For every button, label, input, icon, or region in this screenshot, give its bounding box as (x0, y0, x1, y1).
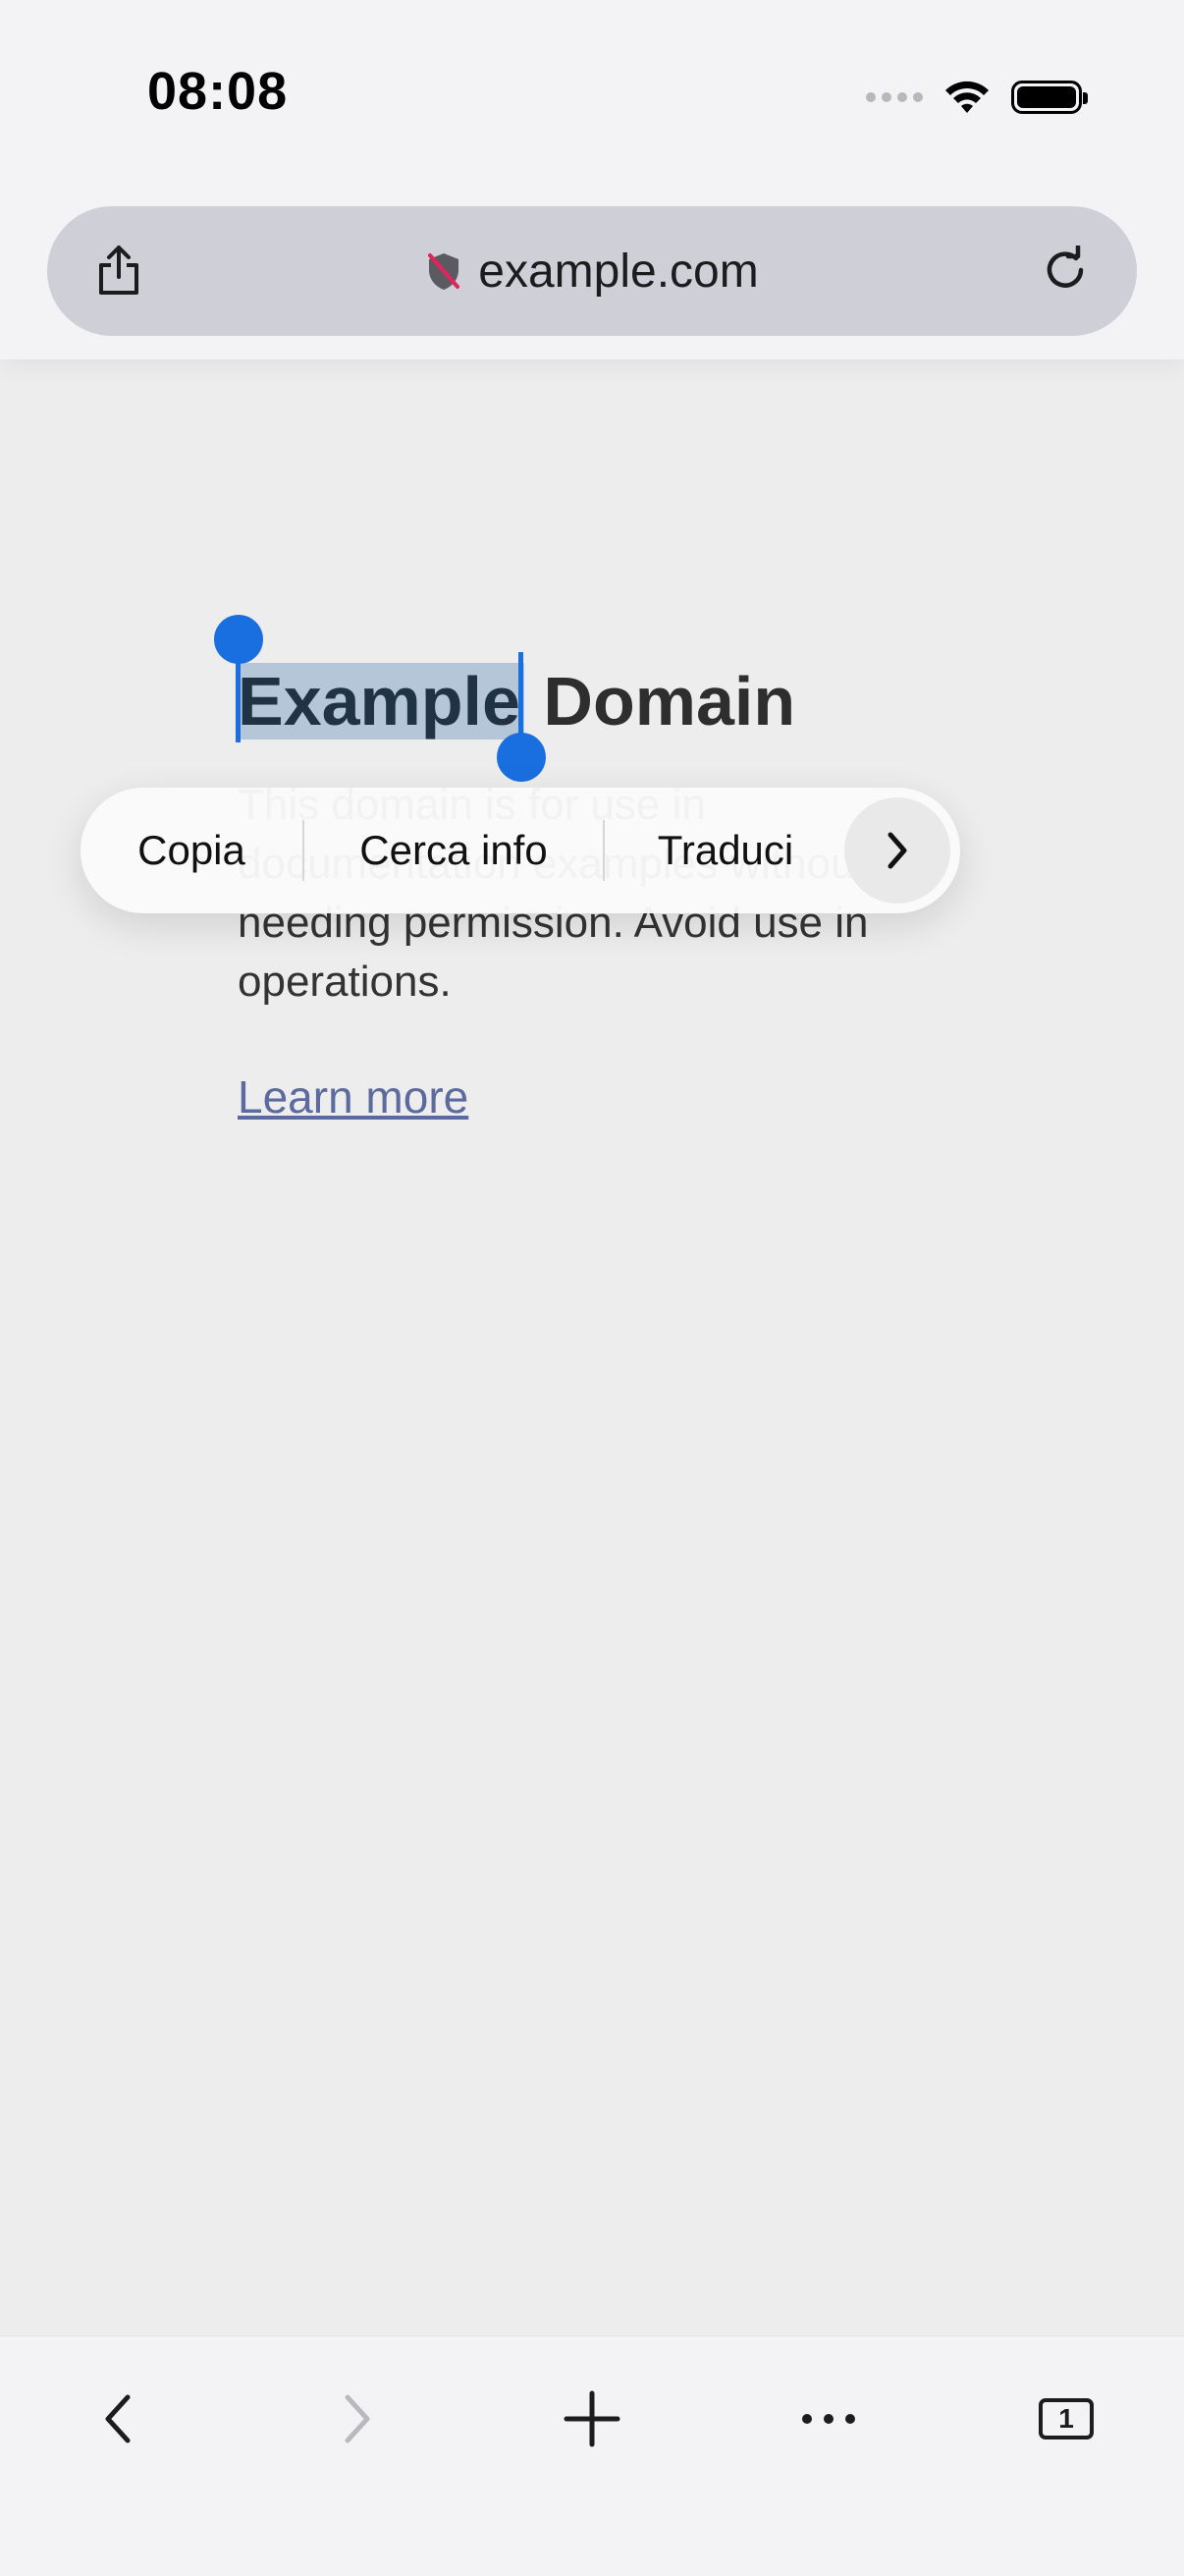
look-up-menu-item[interactable]: Cerca info (304, 788, 603, 913)
top-bar: 08:08 example.com (0, 0, 1184, 359)
new-tab-button[interactable] (545, 2372, 639, 2466)
address-bar[interactable]: example.com (47, 206, 1137, 336)
selection-end-line (518, 652, 523, 742)
selection-start-line (236, 652, 241, 742)
chevron-left-icon (105, 2394, 131, 2443)
selected-text[interactable]: Example (238, 663, 524, 740)
forward-button[interactable] (310, 2372, 404, 2466)
tab-count-icon: 1 (1039, 2398, 1094, 2439)
more-icon (802, 2414, 855, 2424)
wifi-icon (945, 81, 989, 113)
url-field[interactable]: example.com (47, 206, 1137, 336)
copy-menu-item[interactable]: Copia (81, 788, 302, 913)
battery-icon (1011, 81, 1088, 114)
selection-end-handle[interactable] (497, 733, 546, 782)
page-content: Example Domain This domain is for use in… (238, 648, 1003, 1123)
learn-more-link[interactable]: Learn more (238, 1070, 468, 1124)
page-title[interactable]: Example Domain (238, 648, 1003, 754)
page-title-rest[interactable]: Domain (524, 663, 795, 740)
url-text: example.com (478, 245, 759, 298)
reload-icon (1047, 246, 1084, 288)
selection-start-handle[interactable] (214, 615, 263, 664)
chevron-right-icon (345, 2394, 370, 2443)
plus-icon (564, 2390, 620, 2447)
cellular-signal-icon (866, 92, 923, 102)
chevron-right-icon (888, 832, 907, 869)
not-secure-shield-icon (428, 253, 460, 290)
status-icons (866, 73, 1088, 122)
tab-count: 1 (1058, 2403, 1074, 2434)
bottom-toolbar: 1 (0, 2335, 1184, 2576)
more-options-button[interactable] (844, 797, 950, 904)
status-time: 08:08 (147, 62, 289, 121)
text-selection-menu: Copia Cerca info Traduci (81, 788, 960, 913)
reload-button[interactable] (1033, 238, 1098, 302)
tabs-button[interactable]: 1 (1019, 2372, 1113, 2466)
back-button[interactable] (71, 2372, 165, 2466)
menu-button[interactable] (781, 2372, 876, 2466)
translate-menu-item[interactable]: Traduci (605, 788, 846, 913)
